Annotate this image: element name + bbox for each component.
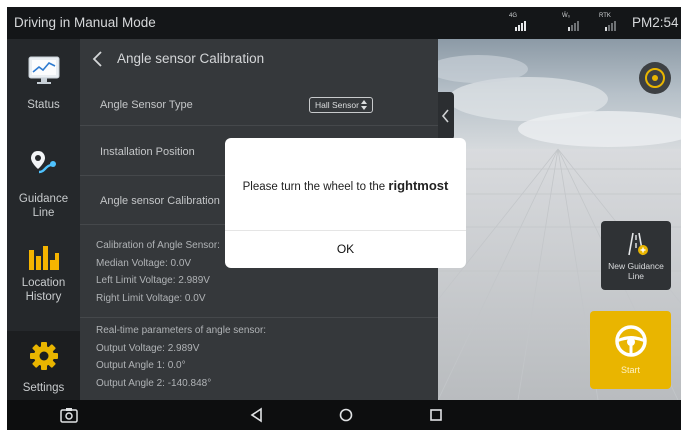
dialog-emphasis: rightmost bbox=[388, 178, 449, 193]
tablet-screen: Driving in Manual Mode 4G Ẅ₀ RTK PM2:54 … bbox=[7, 7, 681, 430]
modal-overlay: Please turn the wheel to the rightmost O… bbox=[7, 7, 681, 430]
ok-button[interactable]: OK bbox=[225, 231, 466, 268]
calibration-dialog: Please turn the wheel to the rightmost O… bbox=[225, 138, 466, 268]
dialog-message: Please turn the wheel to the rightmost bbox=[242, 178, 449, 193]
